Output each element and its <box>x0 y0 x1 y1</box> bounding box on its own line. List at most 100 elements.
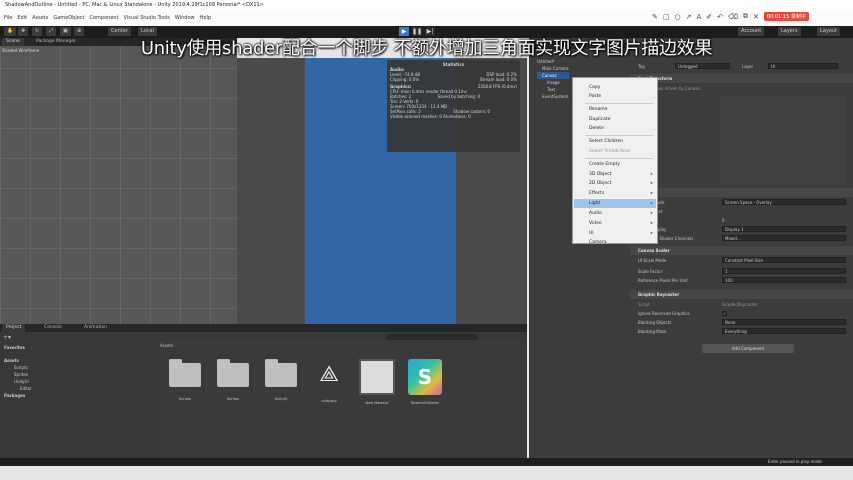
context-item-select-prefab-root[interactable]: Select Prefab Root <box>589 147 630 156</box>
submenu-arrow-icon: ▸ <box>650 231 653 236</box>
context-item-copy[interactable]: Copy <box>589 83 600 92</box>
list-item[interactable]: EventSystem <box>537 93 569 100</box>
context-item-rename[interactable]: Rename <box>589 105 607 114</box>
ignore-reversed-label: Ignore Reversed Graphics <box>638 311 690 316</box>
submenu-arrow-icon: ▸ <box>650 201 653 206</box>
canvas-scaler-header[interactable]: Canvas Scaler <box>630 246 853 255</box>
additional-channels-dropdown[interactable]: Mixed... <box>722 235 846 241</box>
context-item-camera[interactable]: Camera <box>589 238 607 247</box>
context-item-delete[interactable]: Delete <box>589 124 604 133</box>
context-item-duplicate[interactable]: Duplicate <box>589 115 610 124</box>
asset-shader[interactable]: S NewUnlitShader <box>406 357 444 407</box>
menu-item-assets[interactable]: Assets <box>32 15 48 21</box>
tree-item[interactable]: Sprites <box>0 371 154 378</box>
driven-note: Some values driven by Canvas. <box>638 86 701 91</box>
menu-separator <box>585 135 653 136</box>
ignore-reversed-checkbox[interactable]: ✓ <box>722 311 727 316</box>
tab-animation[interactable]: Animation <box>80 324 111 332</box>
ref-ppu-label: Reference Pixels Per Unit <box>638 278 688 283</box>
context-item-create-empty[interactable]: Create Empty <box>589 160 620 169</box>
rect-transform-header[interactable]: Rect Transform <box>630 74 853 83</box>
list-item[interactable]: Text <box>537 86 569 93</box>
tree-item[interactable]: Scripts <box>0 364 154 371</box>
menu-highlight <box>574 199 656 208</box>
ref-ppu-field[interactable]: 100 <box>722 277 846 283</box>
add-component-button[interactable]: Add Component <box>702 344 794 353</box>
menu-item-window[interactable]: Window <box>175 15 195 21</box>
context-item-audio[interactable]: Audio <box>589 209 602 218</box>
hierarchy-list: Untitled* Main Camera Canvas Image Text … <box>537 58 569 100</box>
tag-dropdown[interactable]: Untagged <box>675 63 730 69</box>
script-label: Script <box>638 302 650 307</box>
tree-item-packages[interactable]: Packages <box>0 392 154 399</box>
ui-scale-dropdown[interactable]: Constant Pixel Size <box>722 257 846 263</box>
menu-item-help[interactable]: Help <box>200 15 211 21</box>
ui-scale-label: UI Scale Mode <box>638 258 667 263</box>
scene-view[interactable]: Scene Package Manager Shaded Wireframe <box>0 38 237 324</box>
tree-item[interactable]: Editor <box>0 385 154 392</box>
context-item-3d-object[interactable]: 3D Object <box>589 170 611 179</box>
render-mode-dropdown[interactable]: Screen Space - Overlay <box>722 199 846 205</box>
context-item-2d-object[interactable]: 2D Object <box>589 179 611 188</box>
tree-item-assets[interactable]: Assets <box>0 357 154 364</box>
script-field[interactable]: GraphicRaycaster <box>722 300 758 309</box>
sort-order-value[interactable]: 0 <box>722 216 725 225</box>
video-frame-bottom <box>0 466 853 480</box>
layer-dropdown[interactable]: UI <box>768 63 838 69</box>
close-icon[interactable]: ✕ <box>753 13 759 21</box>
menu-item-edit[interactable]: Edit <box>17 15 27 21</box>
scale-factor-field[interactable]: 1 <box>722 268 846 274</box>
context-item-effects[interactable]: Effects <box>589 189 604 198</box>
menu-item-gameobject[interactable]: GameObject <box>53 15 84 21</box>
crop-icon[interactable]: ⧉ <box>743 12 748 21</box>
inspector-panel: Tag Untagged Layer UI Rect Transform Som… <box>630 38 853 464</box>
context-item-video[interactable]: Video <box>589 219 602 228</box>
asset-folder-sprites[interactable]: Sprites <box>214 357 252 407</box>
submenu-arrow-icon: ▸ <box>650 181 653 186</box>
list-item[interactable]: Canvas <box>537 72 569 79</box>
assets-breadcrumb: Assets <box>160 343 174 348</box>
menu-item-file[interactable]: File <box>4 15 12 21</box>
blocking-mask-dropdown[interactable]: Everything <box>722 328 846 334</box>
pixel-perfect-label: Pixel Perfect <box>630 207 853 216</box>
asset-folder-unityui[interactable]: UnityUI <box>262 357 300 407</box>
record-badge[interactable]: 00:01:15 录制中 <box>763 12 809 21</box>
list-item[interactable]: Main Camera <box>537 65 569 72</box>
blocking-objects-dropdown[interactable]: None <box>722 319 846 325</box>
delete-icon[interactable]: ⌫ <box>728 13 738 21</box>
pen-icon[interactable]: ✎ <box>652 13 658 21</box>
arrow-icon[interactable]: ↗ <box>686 13 692 21</box>
favorites-item[interactable]: Favorites <box>0 344 154 351</box>
context-item-paste[interactable]: Paste <box>589 92 601 101</box>
menu-item-visual-studio-tools[interactable]: Visual Studio Tools <box>124 15 170 21</box>
tree-item[interactable]: UnityUI <box>0 378 154 385</box>
text-icon[interactable]: A <box>696 13 701 21</box>
rectangle-icon[interactable]: ▢ <box>663 13 670 21</box>
menu-item-component[interactable]: Component <box>90 15 119 21</box>
target-display-dropdown[interactable]: Display 1 <box>722 226 846 232</box>
stats-stream: Stream load: 0.0% <box>479 77 517 82</box>
shader-icon: S <box>408 359 442 395</box>
undo-icon[interactable]: ↶ <box>717 13 723 21</box>
context-item-select-children[interactable]: Select Children <box>589 137 623 146</box>
blocking-objects-label: Blocking Objects <box>638 320 672 325</box>
tab-console[interactable]: Console <box>40 324 66 332</box>
tab-project[interactable]: Project <box>2 324 26 332</box>
canvas-header[interactable]: Canvas <box>630 188 853 197</box>
circle-icon[interactable]: ○ <box>675 13 681 21</box>
rect-transform-fields <box>720 96 845 184</box>
menu-separator <box>585 158 653 159</box>
scale-factor-label: Scale Factor <box>638 269 663 274</box>
context-item-ui[interactable]: UI <box>589 229 594 238</box>
list-item[interactable]: Image <box>537 79 569 86</box>
brush-icon[interactable]: ✐ <box>706 13 712 21</box>
tag-label: Tag <box>638 64 645 69</box>
graphic-raycaster-header[interactable]: Graphic Raycaster <box>630 290 853 299</box>
asset-material[interactable]: New Material <box>358 357 396 407</box>
stats-fps: 2358.8 FPS (0.4ms) <box>477 84 517 89</box>
asset-scene-unityapp[interactable]: ⟁ unityapp <box>310 357 348 407</box>
statistics-panel: Statistics Audio: Level: -74.8 dB DSP loa… <box>387 60 520 152</box>
asset-folder-scripts[interactable]: Scripts <box>166 357 204 407</box>
stats-saved: Saved by batching: 0 <box>437 94 480 99</box>
context-item-light[interactable]: Light <box>589 199 600 208</box>
